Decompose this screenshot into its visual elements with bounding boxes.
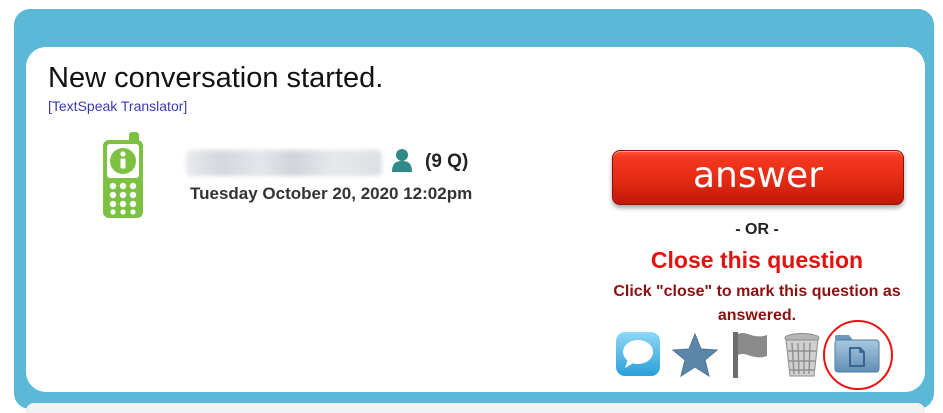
next-card-edge	[26, 403, 925, 413]
mobile-phone-icon	[101, 132, 147, 220]
speech-bubble-icon[interactable]	[615, 331, 661, 377]
highlight-circle	[823, 320, 893, 390]
close-question-link[interactable]: Close this question	[612, 247, 902, 274]
answer-button[interactable]: answer	[612, 150, 904, 205]
conversation-timestamp: Tuesday October 20, 2020 12:02pm	[190, 184, 473, 203]
star-icon[interactable]	[671, 332, 719, 378]
trash-icon[interactable]	[782, 331, 822, 379]
textspeak-translator-link[interactable]: [TextSpeak Translator]	[48, 98, 187, 114]
flag-icon[interactable]	[731, 330, 773, 380]
person-icon	[391, 148, 413, 172]
redacted-contact-name	[186, 150, 382, 176]
question-count: (9 Q)	[425, 151, 469, 172]
or-divider: - OR -	[735, 221, 779, 238]
page-title: New conversation started.	[48, 62, 384, 94]
